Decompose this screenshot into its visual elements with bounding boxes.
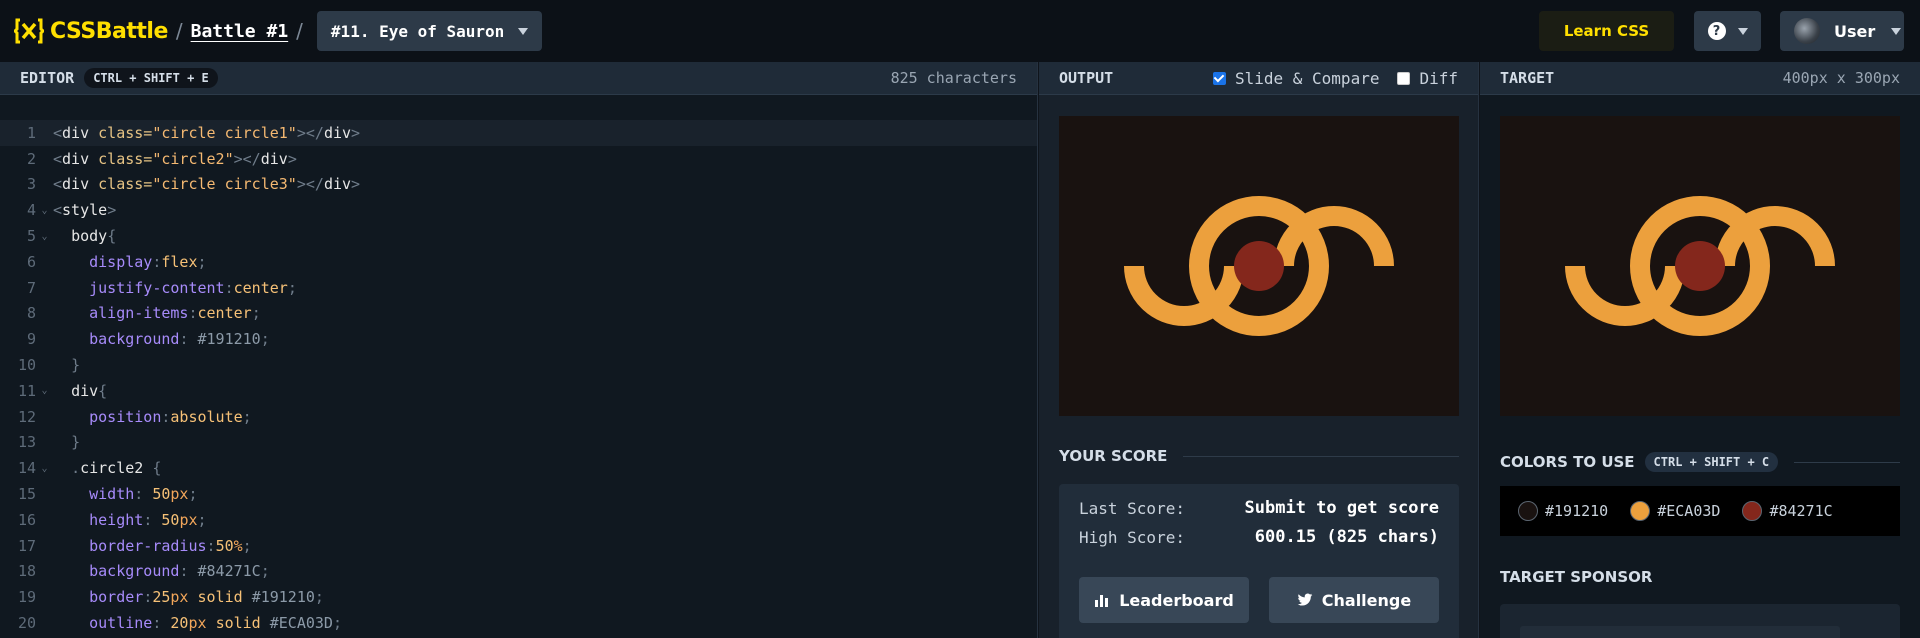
slide-compare-label: Slide & Compare: [1234, 68, 1380, 88]
output-header: OUTPUT Slide & Compare Diff: [1039, 62, 1478, 95]
code-line[interactable]: 11 ⌄ div{: [0, 378, 1037, 404]
target-select[interactable]: #11. Eye of Sauron: [316, 11, 543, 51]
avatar: [1794, 18, 1820, 44]
code-line[interactable]: 10 }: [0, 352, 1037, 378]
top-bar: CSSBattle / Battle #1 / #11. Eye of Saur…: [0, 0, 1920, 62]
code-line[interactable]: 18 background: #84271C;: [0, 559, 1037, 585]
target-artwork: [1500, 116, 1900, 416]
color-code: #84271C: [1769, 502, 1833, 520]
target-select-label: #11. Eye of Sauron: [330, 21, 505, 41]
code-line[interactable]: 2 <div class="circle2"></div>: [0, 146, 1037, 172]
high-score-row: High Score: 600.15 (825 chars): [1079, 527, 1439, 547]
color-swatch[interactable]: #191210: [1518, 501, 1608, 521]
code-line[interactable]: 5 ⌄ body{: [0, 223, 1037, 249]
colors-list: #191210 #ECA03D #84271C: [1500, 486, 1900, 536]
color-dot: [1630, 501, 1651, 521]
last-score-row: Last Score: Submit to get score: [1079, 498, 1439, 518]
target-panel: TARGET 400px x 300px COLORS TO USE CTRL …: [1480, 62, 1920, 638]
editor-shortcut: CTRL + SHIFT + E: [84, 68, 218, 88]
target-size: 400px x 300px: [1782, 69, 1900, 87]
score-section-title: YOUR SCORE: [1059, 447, 1459, 465]
color-code: #191210: [1545, 502, 1609, 520]
target-title: TARGET: [1500, 69, 1555, 87]
slide-compare-toggle[interactable]: Slide & Compare: [1212, 68, 1380, 88]
sponsor-placeholder: [1520, 626, 1840, 638]
diff-toggle[interactable]: Diff: [1397, 69, 1458, 88]
leaderboard-label: Leaderboard: [1119, 590, 1234, 610]
color-swatch[interactable]: #ECA03D: [1630, 501, 1720, 521]
code-line[interactable]: 7 justify-content:center;: [0, 275, 1037, 301]
user-name: User: [1834, 21, 1876, 41]
chevron-down-icon: [518, 27, 529, 35]
code-line[interactable]: 14 ⌄ .circle2 {: [0, 455, 1037, 481]
logo[interactable]: CSSBattle: [14, 18, 168, 44]
code-line[interactable]: 17 border-radius:50%;: [0, 533, 1037, 559]
code-line[interactable]: 19 border:25px solid #191210;: [0, 584, 1037, 610]
sponsor-section-title: TARGET SPONSOR: [1500, 568, 1900, 586]
high-score-value: 600.15 (825 chars): [1254, 527, 1439, 547]
slide-compare-checkbox[interactable]: [1212, 71, 1226, 85]
breadcrumb-separator: /: [296, 19, 303, 43]
learn-css-button[interactable]: Learn CSS: [1539, 11, 1674, 51]
chevron-down-icon: [1891, 27, 1902, 35]
character-count: 825 characters: [890, 69, 1017, 87]
help-icon: ?: [1707, 22, 1726, 40]
color-swatch[interactable]: #84271C: [1742, 501, 1833, 521]
target-image: [1500, 116, 1900, 416]
css-battle-logo-icon: [14, 18, 44, 44]
code-line[interactable]: 6 display:flex;: [0, 249, 1037, 275]
code-line[interactable]: 3 <div class="circle circle3"></div>: [0, 172, 1037, 198]
battle-link[interactable]: Battle #1: [191, 21, 289, 42]
last-score-label: Last Score:: [1079, 498, 1185, 518]
color-code: #ECA03D: [1657, 502, 1721, 520]
code-line[interactable]: 12 position:absolute;: [0, 404, 1037, 430]
code-line[interactable]: 15 width: 50px;: [0, 481, 1037, 507]
breadcrumb-separator: /: [175, 19, 183, 43]
output-title: OUTPUT: [1059, 69, 1114, 87]
sponsor-box[interactable]: [1500, 604, 1900, 638]
bar-chart-icon: [1095, 595, 1109, 607]
divider: [1183, 455, 1459, 457]
chevron-down-icon: [1737, 27, 1748, 35]
output-artwork: [1059, 116, 1459, 416]
user-menu-button[interactable]: User: [1780, 11, 1904, 51]
output-canvas[interactable]: [1059, 116, 1459, 416]
code-line[interactable]: 9 background: #191210;: [0, 326, 1037, 352]
logo-text: CSSBattle: [50, 18, 168, 44]
target-header: TARGET 400px x 300px: [1480, 62, 1920, 95]
challenge-label: Challenge: [1321, 590, 1412, 610]
challenge-button[interactable]: Challenge: [1269, 577, 1439, 623]
twitter-icon: [1297, 593, 1313, 606]
code-line[interactable]: 4 ⌄ <style>: [0, 197, 1037, 223]
code-line[interactable]: 1 <div class="circle circle1"></div>: [0, 120, 1037, 146]
help-button[interactable]: ?: [1694, 11, 1761, 51]
colors-shortcut: CTRL + SHIFT + C: [1644, 452, 1779, 472]
score-title-label: YOUR SCORE: [1059, 447, 1168, 465]
divider: [1794, 461, 1900, 463]
editor-header: EDITOR CTRL + SHIFT + E 825 characters: [0, 62, 1037, 95]
code-line[interactable]: 8 align-items:center;: [0, 301, 1037, 327]
color-dot: [1518, 501, 1538, 521]
score-box: Last Score: Submit to get score High Sco…: [1059, 484, 1459, 638]
high-score-label: High Score:: [1079, 527, 1185, 547]
output-panel: OUTPUT Slide & Compare Diff YOUR SCORE L…: [1039, 62, 1479, 638]
colors-title-label: COLORS TO USE: [1500, 453, 1635, 471]
diff-label: Diff: [1419, 68, 1458, 88]
code-editor[interactable]: 1 <div class="circle circle1"></div> 2 <…: [0, 95, 1037, 638]
editor-panel: EDITOR CTRL + SHIFT + E 825 characters 1…: [0, 62, 1038, 638]
editor-title: EDITOR: [20, 69, 75, 87]
diff-checkbox[interactable]: [1397, 71, 1411, 85]
code-line[interactable]: 16 height: 50px;: [0, 507, 1037, 533]
colors-section-title: COLORS TO USE CTRL + SHIFT + C: [1500, 452, 1900, 472]
last-score-value: Submit to get score: [1244, 498, 1439, 518]
color-dot: [1742, 501, 1763, 521]
leaderboard-button[interactable]: Leaderboard: [1079, 577, 1249, 623]
code-line[interactable]: 20 outline: 20px solid #ECA03D;: [0, 610, 1037, 636]
code-line[interactable]: 13 }: [0, 430, 1037, 456]
sponsor-title-label: TARGET SPONSOR: [1500, 568, 1653, 586]
